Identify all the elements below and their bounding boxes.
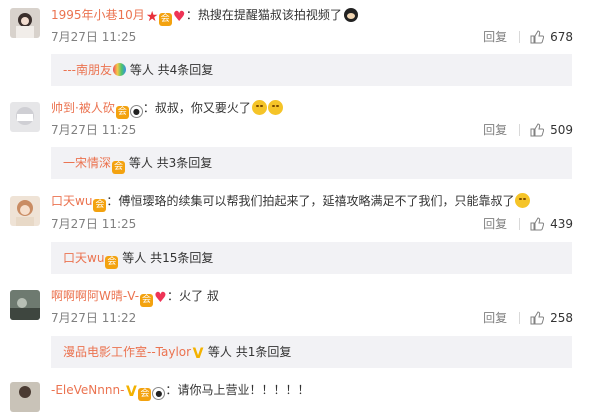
sub-reply-count[interactable]: 等人 共15条回复 [122, 251, 213, 265]
reply-button[interactable]: 回复 [483, 311, 507, 325]
thumbs-up-icon[interactable] [530, 123, 545, 137]
sub-reply-count[interactable]: 等人 共3条回复 [129, 156, 212, 170]
star-icon: ★ [145, 9, 159, 25]
vip-icon[interactable]: 会 [158, 13, 172, 26]
separator: ： [167, 289, 180, 303]
heart-icon: ♥ [154, 290, 167, 306]
vip-icon[interactable]: 会 [138, 388, 152, 401]
username-link[interactable]: 帅到·被人砍 [51, 101, 115, 115]
reply-button[interactable]: 回复 [483, 123, 507, 137]
separator: ： [142, 101, 155, 115]
vip-icon[interactable]: 会 [140, 294, 154, 307]
vip-icon[interactable]: 会 [93, 199, 107, 212]
username-link[interactable]: -EleVeNnnn- [51, 383, 124, 397]
divider [519, 312, 521, 324]
like-count: 258 [550, 311, 573, 325]
comment-time: 7月27日 11:22 [51, 311, 137, 325]
panda-icon: ● [152, 387, 166, 400]
like-count: 439 [550, 217, 573, 231]
comment-time: 7月27日 11:25 [51, 217, 137, 231]
separator: ： [106, 194, 119, 208]
pray-emoji [267, 100, 283, 115]
username-link[interactable]: 啊啊啊阿W晴-V- [51, 289, 139, 303]
sub-reply-username[interactable]: 漫品电影工作室--Taylor [63, 345, 191, 359]
sub-reply-username[interactable]: 口天wu [63, 251, 104, 265]
avatar[interactable] [10, 382, 40, 412]
sub-reply-box[interactable]: ---南朋友 等人 共4条回复 [51, 54, 572, 86]
pray-emoji [251, 100, 267, 115]
v-icon: V [192, 346, 204, 362]
comment-text: 热搜在提醒猫叔该拍视频了 [197, 8, 342, 22]
username-link[interactable]: 1995年小巷10月 [51, 8, 145, 22]
comment-text: 请你马上营业！！！！！ [177, 383, 310, 397]
divider [519, 31, 521, 43]
reply-button[interactable]: 回复 [483, 30, 507, 44]
panda-icon: ● [129, 105, 143, 118]
thumbs-up-icon[interactable] [530, 311, 545, 325]
avatar[interactable] [10, 8, 40, 38]
vip-icon: 会 [112, 161, 126, 174]
rainbow-heart-icon [113, 63, 126, 76]
comment-text: 傅恒璎珞的续集可以帮我们拍起来了，延禧攻略满足不了我们，只能靠叔了 [118, 194, 515, 208]
sub-reply-box[interactable]: 口天wu 会 等人 共15条回复 [51, 242, 572, 274]
separator: ： [185, 8, 198, 22]
mickey-icon [343, 8, 358, 22]
reply-button[interactable]: 回复 [483, 217, 507, 231]
separator: ： [165, 383, 178, 397]
sub-reply-box[interactable]: 一宋情深会 等人 共3条回复 [51, 147, 572, 179]
avatar[interactable] [10, 196, 40, 226]
username-link[interactable]: 口天wu [51, 194, 92, 208]
avatar[interactable] [10, 290, 40, 320]
divider [519, 218, 521, 230]
comment-text: 火了 叔 [179, 289, 219, 303]
sub-reply-username[interactable]: ---南朋友 [63, 63, 112, 77]
vip-icon: 会 [105, 256, 119, 269]
avatar[interactable] [10, 102, 40, 132]
heart-icon: ♥ [173, 9, 186, 25]
v-icon: V [126, 384, 137, 400]
sub-reply-count[interactable]: 等人 共1条回复 [208, 345, 291, 359]
thumbs-up-icon[interactable] [530, 217, 545, 231]
sub-reply-count[interactable]: 等人 共4条回复 [130, 63, 213, 77]
sub-reply-box[interactable]: 漫品电影工作室--Taylor V 等人 共1条回复 [51, 336, 572, 368]
like-count: 509 [550, 123, 573, 137]
smirk-emoji [515, 193, 531, 208]
comment-time: 7月27日 11:25 [51, 123, 137, 137]
comment-time: 7月27日 11:25 [51, 30, 137, 44]
thumbs-up-icon[interactable] [530, 30, 545, 44]
divider [519, 124, 521, 136]
comment-text: 叔叔，你又要火了 [154, 101, 251, 115]
sub-reply-username[interactable]: 一宋情深 [63, 156, 111, 170]
vip-icon[interactable]: 会 [115, 106, 129, 119]
like-count: 678 [550, 30, 573, 44]
